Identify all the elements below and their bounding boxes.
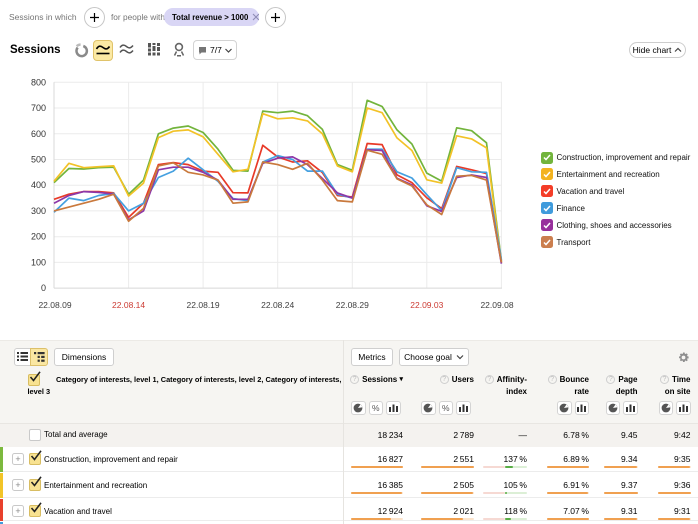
svg-text:800: 800	[31, 77, 46, 87]
svg-text:200: 200	[31, 232, 46, 242]
svg-text:22.08.29: 22.08.29	[336, 300, 369, 310]
svg-text:22.08.19: 22.08.19	[187, 300, 220, 310]
svg-text:100: 100	[31, 257, 46, 267]
svg-text:500: 500	[31, 155, 46, 165]
svg-text:400: 400	[31, 180, 46, 190]
svg-text:600: 600	[31, 129, 46, 139]
svg-text:300: 300	[31, 206, 46, 216]
svg-text:22.09.08: 22.09.08	[480, 300, 513, 310]
svg-text:22.08.09: 22.08.09	[38, 300, 71, 310]
svg-text:700: 700	[31, 103, 46, 113]
svg-text:22.09.03: 22.09.03	[410, 300, 443, 310]
svg-text:22.08.24: 22.08.24	[261, 300, 294, 310]
svg-text:22.08.14: 22.08.14	[112, 300, 145, 310]
svg-text:0: 0	[41, 283, 46, 293]
